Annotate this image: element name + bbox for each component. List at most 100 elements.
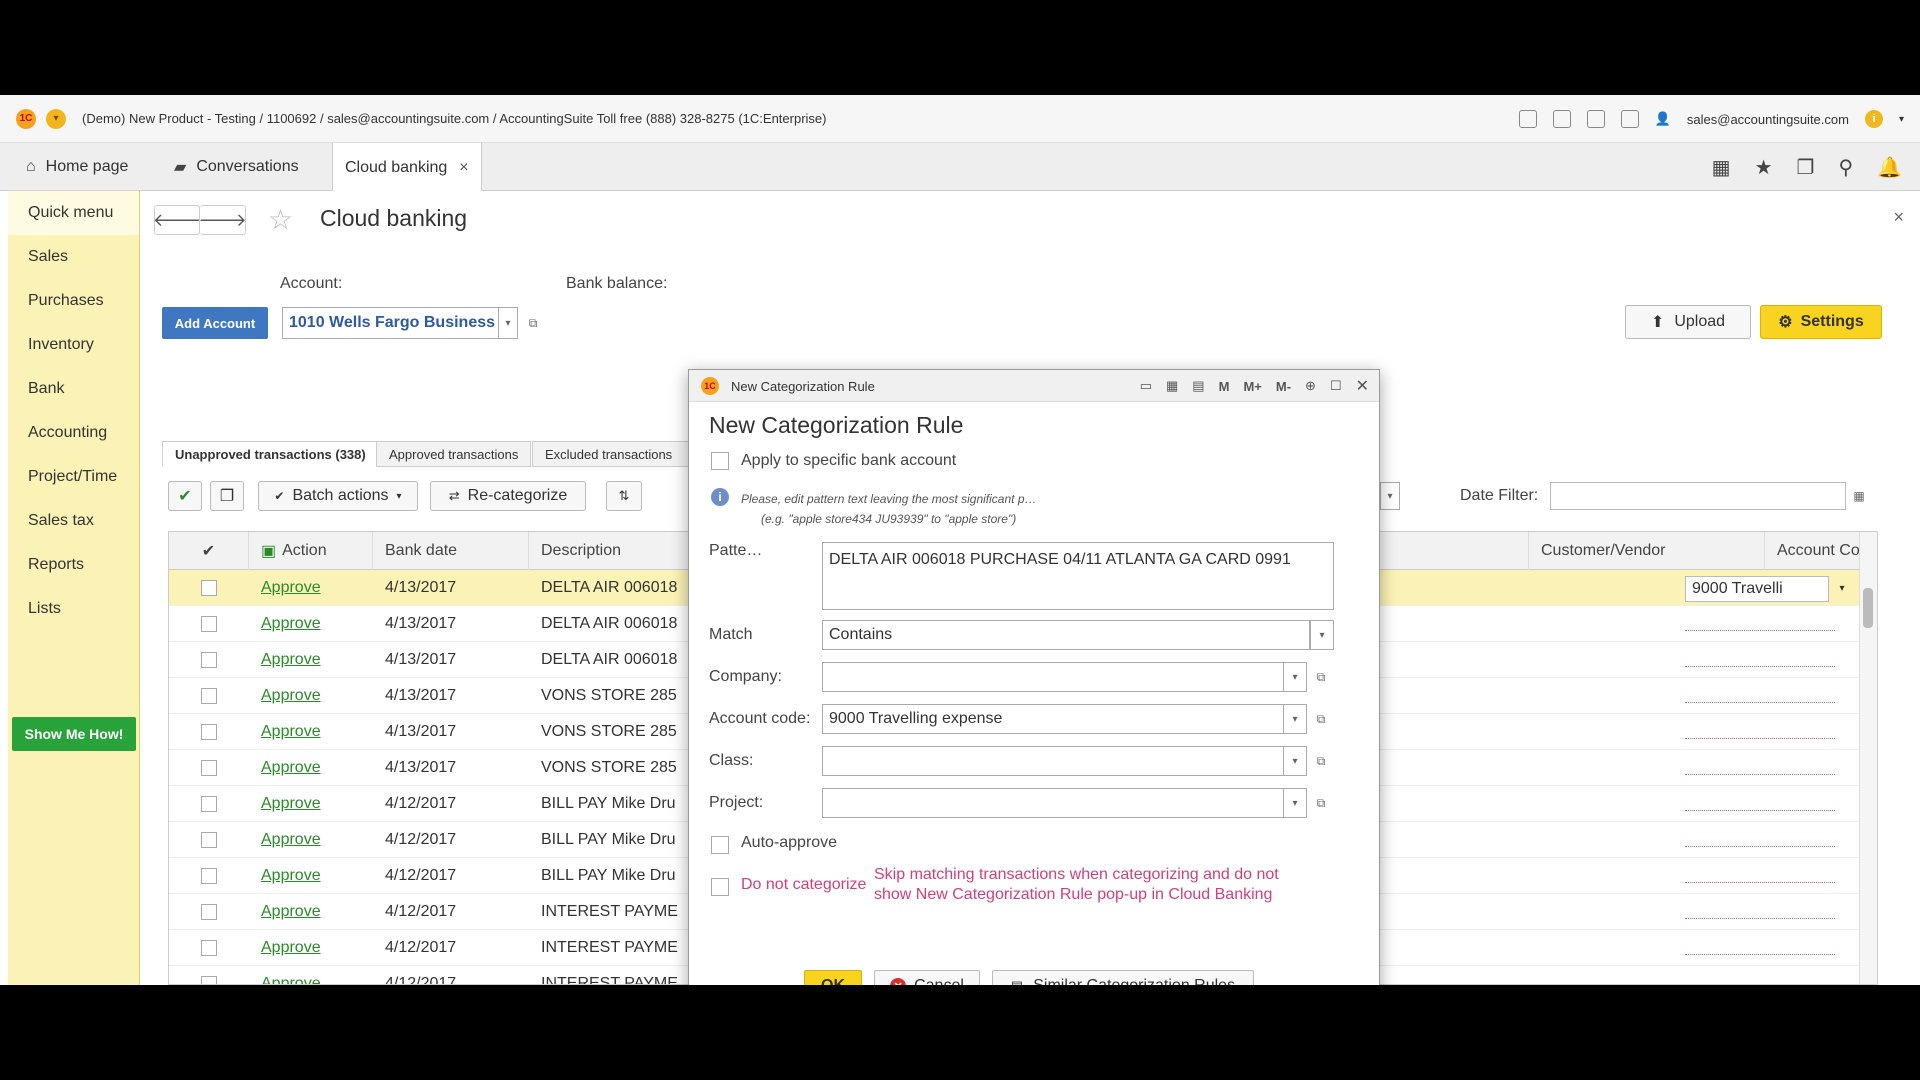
row-checkbox[interactable] xyxy=(201,652,217,668)
settings-button[interactable]: ⚙ Settings xyxy=(1760,305,1882,339)
account-code-open-icon[interactable]: ⧉ xyxy=(1309,704,1333,734)
project-input[interactable] xyxy=(822,788,1284,818)
row-checkbox[interactable] xyxy=(201,940,217,956)
account-open-icon[interactable]: ⧉ xyxy=(522,307,544,339)
sidebar-item-bank[interactable]: Bank xyxy=(8,367,139,411)
memory-m-icon[interactable]: M xyxy=(1219,379,1230,394)
tab-conversations[interactable]: ▰ Conversations xyxy=(162,143,311,191)
copy-icon[interactable] xyxy=(1552,110,1571,128)
calendar-icon[interactable]: ▦ xyxy=(1848,481,1870,511)
match-dropdown-icon[interactable]: ▾ xyxy=(1310,620,1334,650)
row-checkbox[interactable] xyxy=(201,976,217,984)
tab-excluded-transactions[interactable]: Excluded transactions xyxy=(532,441,692,467)
header-bank-date[interactable]: Bank date xyxy=(373,532,529,570)
search-icon[interactable]: ⚲ xyxy=(1838,155,1853,180)
sort-button[interactable]: ⇅ xyxy=(606,481,642,511)
do-not-categorize-label[interactable]: Do not categorize xyxy=(741,876,866,894)
row-checkbox[interactable] xyxy=(201,580,217,596)
tools-icon[interactable] xyxy=(1620,110,1639,128)
history-icon[interactable]: ❐ xyxy=(1797,155,1815,180)
sidebar-item-accounting[interactable]: Accounting xyxy=(8,411,139,455)
header-check[interactable]: ✔ xyxy=(169,532,249,570)
account-select[interactable]: 1010 Wells Fargo Business xyxy=(282,307,500,339)
sidebar-item-inventory[interactable]: Inventory xyxy=(8,323,139,367)
match-select[interactable]: Contains xyxy=(822,620,1310,650)
close-icon[interactable]: ✕ xyxy=(1356,376,1369,396)
header-action[interactable]: ▣ Action xyxy=(249,532,373,570)
approve-link[interactable]: Approve xyxy=(261,750,371,786)
add-account-button[interactable]: Add Account xyxy=(162,307,268,339)
sidebar-item-purchases[interactable]: Purchases xyxy=(8,279,139,323)
account-code-dropdown-icon[interactable]: ▾ xyxy=(1283,704,1307,734)
approve-link[interactable]: Approve xyxy=(261,966,371,984)
memory-plus-icon[interactable]: M+ xyxy=(1243,379,1261,394)
project-open-icon[interactable]: ⧉ xyxy=(1309,788,1333,818)
approve-link[interactable]: Approve xyxy=(261,714,371,750)
row-checkbox[interactable] xyxy=(201,904,217,920)
account-dropdown-icon[interactable]: ▾ xyxy=(498,307,518,339)
info-icon[interactable]: i xyxy=(1864,110,1883,128)
sidebar-item-reports[interactable]: Reports xyxy=(8,543,139,587)
table-scrollbar[interactable] xyxy=(1859,532,1877,984)
sidebar-item-quick-menu[interactable]: Quick menu xyxy=(8,191,139,235)
class-open-icon[interactable]: ⧉ xyxy=(1309,746,1333,776)
row-account-code-select[interactable]: 9000 Travelli xyxy=(1685,576,1829,602)
info-dropdown-icon[interactable]: ▾ xyxy=(1899,114,1904,125)
do-not-categorize-checkbox[interactable] xyxy=(711,878,729,896)
recategorize-button[interactable]: ⇄ Re-categorize xyxy=(430,481,586,511)
approve-link[interactable]: Approve xyxy=(261,606,371,642)
approve-link[interactable]: Approve xyxy=(261,786,371,822)
auto-approve-label[interactable]: Auto-approve xyxy=(741,834,837,852)
scrollbar-thumb[interactable] xyxy=(1863,588,1873,628)
row-checkbox[interactable] xyxy=(201,616,217,632)
row-checkbox[interactable] xyxy=(201,724,217,740)
sidebar-item-sales[interactable]: Sales xyxy=(8,235,139,279)
forward-button[interactable]: 🡒 xyxy=(198,205,247,235)
cancel-button[interactable]: ✕ Cancel xyxy=(874,970,980,985)
favorite-star-icon[interactable]: ☆ xyxy=(268,203,293,236)
star-icon[interactable]: ★ xyxy=(1755,155,1773,180)
menu-dropdown-icon[interactable]: ▾ xyxy=(46,108,66,129)
back-button[interactable]: 🡐 xyxy=(153,205,201,235)
user-email[interactable]: sales@accountingsuite.com xyxy=(1687,112,1849,127)
approve-link[interactable]: Approve xyxy=(261,570,371,606)
approve-link[interactable]: Approve xyxy=(261,822,371,858)
zoom-icon[interactable]: ⊕ xyxy=(1305,378,1316,394)
row-checkbox[interactable] xyxy=(201,832,217,848)
save-icon[interactable]: ▭ xyxy=(1140,378,1152,394)
memory-minus-icon[interactable]: M- xyxy=(1276,379,1291,394)
similar-rules-button[interactable]: ▤ Similar Categorization Rules xyxy=(992,970,1254,985)
copy-button[interactable]: ❐ xyxy=(210,481,244,511)
close-page-icon[interactable]: × xyxy=(1893,207,1904,228)
project-dropdown-icon[interactable]: ▾ xyxy=(1283,788,1307,818)
company-open-icon[interactable]: ⧉ xyxy=(1309,662,1333,692)
pattern-input[interactable]: DELTA AIR 006018 PURCHASE 04/11 ATLANTA … xyxy=(822,542,1334,610)
batch-actions-button[interactable]: ✔ Batch actions ▾ xyxy=(258,481,418,511)
approve-link[interactable]: Approve xyxy=(261,678,371,714)
date-filter-input[interactable] xyxy=(1550,482,1846,510)
sidebar-item-project-time[interactable]: Project/Time xyxy=(8,455,139,499)
row-checkbox[interactable] xyxy=(201,760,217,776)
bell-icon[interactable]: 🔔 xyxy=(1877,155,1902,180)
row-checkbox[interactable] xyxy=(201,868,217,884)
sidebar-item-sales-tax[interactable]: Sales tax xyxy=(8,499,139,543)
calendar-icon[interactable]: ▤ xyxy=(1192,378,1204,394)
company-input[interactable] xyxy=(822,662,1284,692)
class-dropdown-icon[interactable]: ▾ xyxy=(1283,746,1307,776)
account-code-dropdown-icon[interactable]: ▾ xyxy=(1831,570,1853,606)
approve-link[interactable]: Approve xyxy=(261,894,371,930)
tab-unapproved-transactions[interactable]: Unapproved transactions (338) xyxy=(162,441,379,467)
tab-home-page[interactable]: ⌂ Home page xyxy=(14,143,140,191)
company-dropdown-icon[interactable]: ▾ xyxy=(1283,662,1307,692)
approve-link[interactable]: Approve xyxy=(261,642,371,678)
close-tab-icon[interactable]: × xyxy=(459,159,468,177)
sidebar-item-lists[interactable]: Lists xyxy=(8,587,139,631)
filter-dropdown-icon[interactable]: ▾ xyxy=(1380,482,1400,510)
apply-specific-checkbox[interactable] xyxy=(711,452,729,470)
row-checkbox[interactable] xyxy=(201,796,217,812)
panels-icon[interactable] xyxy=(1586,110,1605,128)
apps-grid-icon[interactable]: ▦ xyxy=(1712,155,1731,180)
upload-button[interactable]: ⬆ Upload xyxy=(1625,305,1751,339)
download-icon[interactable] xyxy=(1518,110,1537,128)
maximize-icon[interactable]: ☐ xyxy=(1330,378,1342,394)
